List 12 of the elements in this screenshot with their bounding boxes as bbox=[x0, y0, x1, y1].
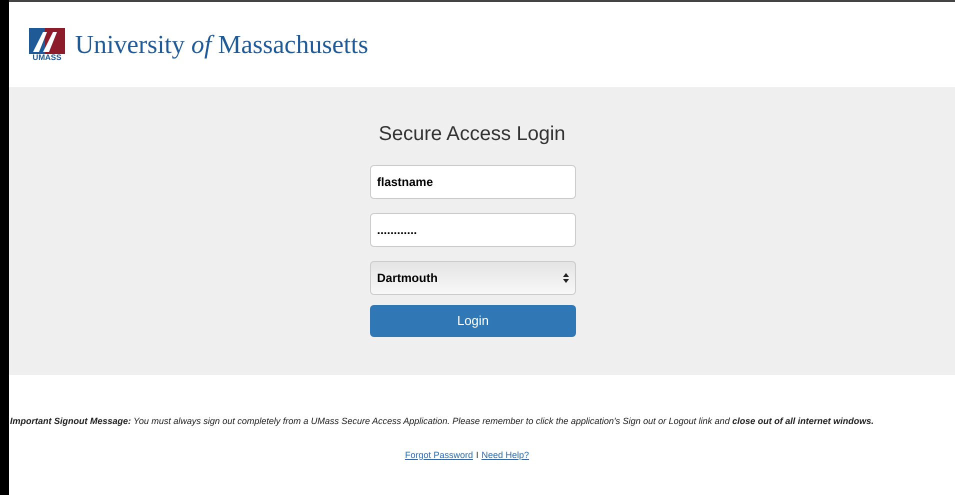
username-field[interactable]: flastname bbox=[370, 165, 576, 199]
updown-icon bbox=[563, 273, 569, 283]
umass-logo: UMASS bbox=[29, 28, 65, 62]
password-field[interactable]: ............ bbox=[370, 213, 576, 247]
link-separator: I bbox=[476, 448, 478, 462]
login-button[interactable]: Login bbox=[370, 305, 576, 337]
campus-select[interactable]: Dartmouth bbox=[370, 261, 576, 295]
signout-message: Important Signout Message: You must always sign out completely from a UMass Secure Access Application. Please remember to click the application's Sign out or Logout link and close out of all internet windows. bbox=[9, 415, 875, 428]
forgot-password-link[interactable]: Forgot Password bbox=[404, 448, 473, 462]
university-name: University of Massachusetts bbox=[75, 29, 368, 61]
login-title: Secure Access Login bbox=[378, 122, 566, 147]
need-help-link[interactable]: Need Help? bbox=[482, 448, 530, 462]
